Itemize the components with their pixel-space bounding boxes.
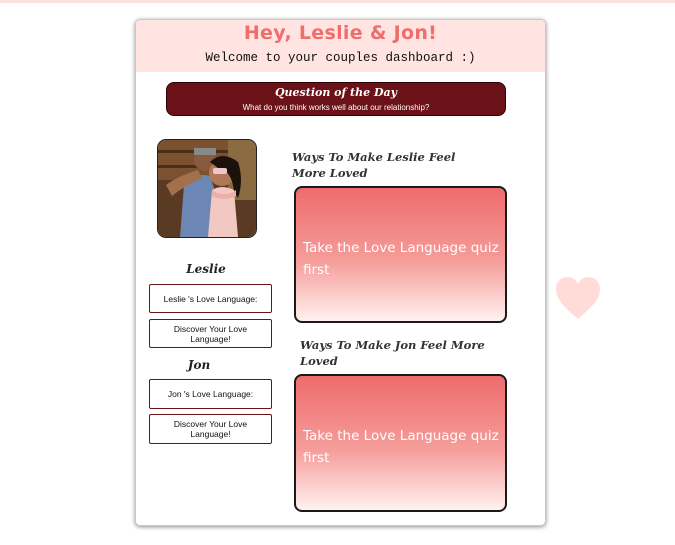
- question-of-the-day-banner: Question of the Day What do you think wo…: [166, 82, 506, 116]
- partner-name-jon: Jon: [187, 358, 211, 372]
- leslie-love-language-button[interactable]: Leslie 's Love Language:: [149, 284, 272, 313]
- ways-title-jon: Ways To Make Jon Feel More Loved: [300, 338, 485, 368]
- page-title: Hey, Leslie & Jon!: [243, 22, 438, 44]
- leslie-love-tips-card: Take the Love Language quiz first: [294, 186, 507, 323]
- jon-love-tips-text: Take the Love Language quiz first: [303, 428, 499, 466]
- question-of-the-day-title: Question of the Day: [274, 86, 398, 99]
- jon-love-language-button[interactable]: Jon 's Love Language:: [149, 379, 272, 409]
- leslie-discover-love-language-button[interactable]: Discover Your Love Language!: [149, 319, 272, 348]
- jon-love-tips-card: Take the Love Language quiz first: [294, 374, 507, 512]
- heart-icon: [555, 276, 601, 320]
- partner-name-leslie: Leslie: [186, 262, 226, 276]
- couple-photo: [157, 139, 257, 238]
- page-subtitle: Welcome to your couples dashboard :): [205, 51, 476, 65]
- question-of-the-day-text: What do you think works well about our r…: [242, 103, 430, 112]
- leslie-love-tips-text: Take the Love Language quiz first: [303, 240, 499, 278]
- dashboard-header: Hey, Leslie & Jon! Welcome to your coupl…: [136, 20, 545, 72]
- top-strip: [0, 0, 675, 3]
- ways-title-leslie: Ways To Make Leslie Feel More Loved: [292, 150, 456, 180]
- jon-discover-love-language-button[interactable]: Discover Your Love Language!: [149, 414, 272, 444]
- dashboard-card: Hey, Leslie & Jon! Welcome to your coupl…: [135, 19, 546, 526]
